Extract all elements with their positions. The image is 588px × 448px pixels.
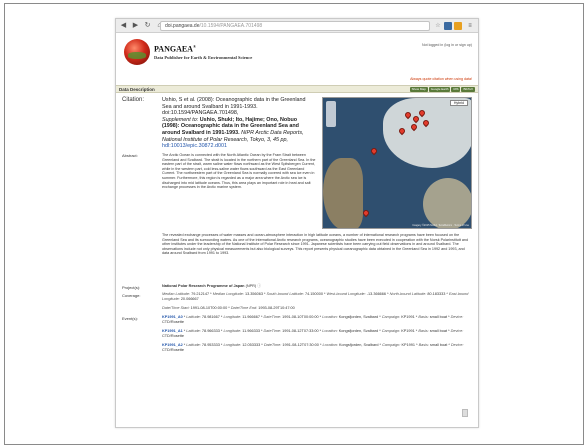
address-bar[interactable]: doi.pangaea.de/10.1594/PANGAEA.701498 [160, 21, 430, 31]
median-lon-label: Median Longitude: [212, 292, 244, 296]
show-map-button[interactable]: Show Map [409, 87, 428, 92]
event-location: Kongsfjorden, Svalbard [338, 329, 379, 333]
coverage-label: Coverage: [122, 293, 141, 298]
east-lon-value: 20.066667 [180, 296, 199, 301]
url-host: doi.pangaea.de [165, 23, 200, 29]
event-date: 1991-08-12T07:30:00 [282, 343, 319, 347]
event-campaign[interactable]: KP1991 [401, 329, 415, 333]
south-lat-label: South-bound Latitude: [266, 292, 304, 296]
map-credit: Imagery ©2015 NASA, TerraMetrics · Terms… [412, 224, 469, 227]
action-buttons: Show Map Google Earth RIS BibTeX [409, 87, 475, 92]
north-lat-value: 80.183333 [427, 292, 446, 296]
event-device: CTD/Rosette [162, 319, 184, 324]
event-device: CTD/Rosette [162, 347, 184, 352]
event-row: KP1991_A1 * Latitude: 78.966333 * Longit… [162, 329, 464, 338]
back-icon[interactable]: ◀ [119, 21, 128, 30]
event-row: KP1991_A2 * Latitude: 78.953333 * Longit… [162, 343, 464, 352]
map-land-svalbard [383, 98, 471, 168]
project-row: National Polar Research Programme of Jap… [162, 284, 472, 289]
events-label: Event(s): [122, 316, 139, 321]
date-start-value: 1991-08-10T00:00:00 [190, 306, 228, 310]
ris-button[interactable]: RIS [451, 87, 461, 92]
event-lon: 11.966333 [242, 329, 260, 333]
event-basis: small boat [429, 329, 448, 333]
event-date: 1991-08-12T07:33:00 [282, 329, 319, 333]
brand-name: PANGAEA [154, 44, 193, 54]
google-earth-button[interactable]: Google Earth [428, 87, 451, 92]
supplement-label: Supplement to: [162, 116, 199, 123]
map-marker-icon[interactable] [361, 208, 371, 218]
event-lat: 78.953333 [201, 343, 220, 347]
bookmark-star-icon[interactable]: ☆ [434, 22, 442, 30]
browser-window: ◀ ▶ ↻ ⌂ doi.pangaea.de/10.1594/PANGAEA.7… [115, 18, 479, 428]
citation-label: Citation: [122, 97, 145, 103]
event-campaign[interactable]: KP1991 [402, 343, 416, 347]
login-link[interactable]: Not logged in (log in or sign up) [422, 43, 472, 47]
event-lon: 11.966667 [242, 315, 260, 319]
event-location: Kongsfjorden, Svalbard [338, 315, 379, 319]
map-land-greenland [323, 158, 363, 228]
south-lat-value: 74.150000 [304, 292, 323, 296]
projects-label: Project(s): [122, 285, 141, 290]
quote-notice: Always quote citation when using data! [410, 77, 472, 81]
median-lat-value: 79.212147 [191, 292, 210, 296]
extension-icon[interactable] [444, 22, 452, 30]
bibtex-button[interactable]: BibTeX [461, 87, 475, 92]
map-marker-icon[interactable] [369, 146, 379, 156]
event-id[interactable]: KP1991_A2 [162, 343, 183, 347]
url-path: /10.1594/PANGAEA.701498 [199, 23, 263, 29]
abstract-label: Abstract: [122, 153, 138, 158]
event-id[interactable]: KP1991_A0 [162, 315, 183, 319]
extension-icon-2[interactable] [454, 22, 462, 30]
event-campaign[interactable]: KP1991 [401, 315, 415, 319]
citation-text: Ushio, S et al. (2008): Oceanographic da… [162, 97, 312, 150]
site-tagline: Data Publisher for Earth & Environmental… [154, 55, 253, 60]
menu-icon[interactable]: ≡ [466, 22, 474, 30]
pangaea-logo-icon[interactable] [124, 39, 150, 65]
scroll-thumb[interactable] [462, 409, 468, 417]
abstract-paragraph-1: The Arctic Ocean is connected with the N… [162, 153, 316, 190]
map-zoom-control[interactable] [326, 101, 336, 127]
date-end-label: Date/Time End: [230, 306, 258, 310]
citation-main: Ushio, S et al. (2008): Oceanographic da… [162, 97, 306, 110]
site-header: PANGAEA® Data Publisher for Earth & Envi… [116, 33, 478, 85]
date-start-label: Date/Time Start: [162, 306, 190, 310]
project-abbr: (NPR) [245, 284, 257, 288]
west-lon-value: -13.366666 [366, 292, 387, 296]
event-device: CTD/Rosette [162, 333, 184, 338]
event-basis: small boat [429, 315, 448, 319]
project-name[interactable]: National Polar Research Programme of Jap… [162, 284, 245, 288]
brand-mark: ® [192, 44, 196, 49]
location-map[interactable]: Hybrid Imagery ©2015 NASA, TerraMetrics … [322, 97, 472, 229]
event-row: KP1991_A0 * Latitude: 78.981667 * Longit… [162, 315, 464, 324]
site-brand: PANGAEA® [154, 44, 196, 54]
info-icon[interactable]: ⓘ [257, 284, 261, 288]
browser-toolbar: ◀ ▶ ↻ ⌂ doi.pangaea.de/10.1594/PANGAEA.7… [116, 19, 478, 33]
event-lat: 78.966333 [201, 329, 220, 333]
citation-doi: doi:10.1594/PANGAEA.701498, [162, 110, 239, 117]
date-end-value: 1993-08-29T10:47:00 [258, 306, 295, 310]
slide-frame: ◀ ▶ ↻ ⌂ doi.pangaea.de/10.1594/PANGAEA.7… [4, 3, 584, 445]
section-title: Data Description [119, 87, 155, 92]
event-id[interactable]: KP1991_A1 [162, 329, 183, 333]
event-location: Kongsfjorden, Svalbard [338, 343, 379, 347]
forward-icon[interactable]: ▶ [131, 21, 140, 30]
coverage-row: Median Latitude: 79.212147 * Median Long… [162, 292, 469, 301]
map-type-select[interactable]: Hybrid [449, 100, 468, 106]
north-lat-label: North-bound Latitude: [389, 292, 427, 296]
median-lon-value: 13.356063 [245, 292, 263, 296]
event-basis: small boat [430, 343, 448, 347]
west-lon-label: West-bound Longitude: [326, 292, 366, 296]
event-lat: 78.981667 [201, 315, 220, 319]
data-description-bar: Data Description Show Map Google Earth R… [116, 85, 478, 93]
hdl-link[interactable]: hdl:10013/epic.30872.d001 [162, 143, 227, 149]
abstract-paragraph-2: The revealed exchange processes of water… [162, 233, 469, 256]
coverage-dates-row: Date/Time Start: 1991-08-10T00:00:00 * D… [162, 306, 295, 310]
map-land-norway [423, 178, 471, 228]
reload-icon[interactable]: ↻ [143, 21, 152, 30]
event-date: 1991-08-10T00:00:00 [282, 315, 319, 319]
event-lon: 12.053333 [242, 343, 261, 347]
median-lat-label: Median Latitude: [162, 292, 191, 296]
